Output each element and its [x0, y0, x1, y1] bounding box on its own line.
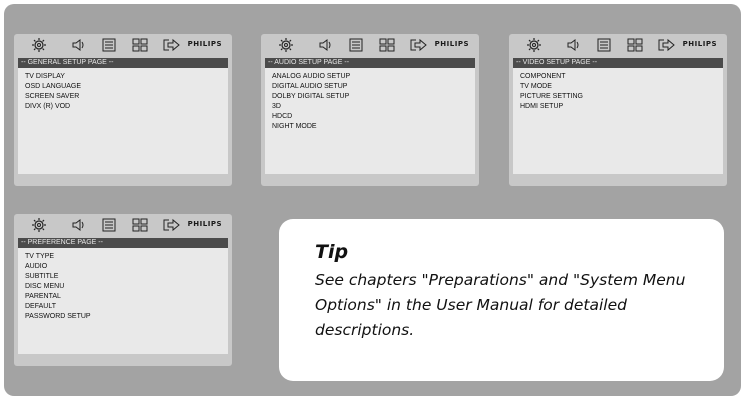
audio-icon[interactable]	[564, 37, 582, 53]
icon-bar: PHILIPS	[509, 34, 727, 56]
tip-body: See chapters "Preparations" and "System …	[315, 271, 686, 339]
audio-icon[interactable]	[316, 37, 334, 53]
icon-bar: PHILIPS	[261, 34, 479, 56]
menu-item-tv-mode[interactable]: TV MODE	[513, 82, 723, 92]
audio-icon[interactable]	[69, 37, 87, 53]
manual-frame: PHILIPS -- GENERAL SETUP PAGE -- TV DISP…	[4, 4, 741, 396]
menu-item-dolby-digital-setup[interactable]: DOLBY DIGITAL SETUP	[265, 92, 475, 102]
audio-setup-panel: PHILIPS -- AUDIO SETUP PAGE -- ANALOG AU…	[261, 34, 479, 186]
tip-box: Tip See chapters "Preparations" and "Sys…	[279, 219, 724, 381]
brand-logo: PHILIPS	[434, 40, 469, 48]
menu-item-analog-audio-setup[interactable]: ANALOG AUDIO SETUP	[265, 72, 475, 82]
menu-item-component[interactable]: COMPONENT	[513, 72, 723, 82]
menu-list: COMPONENT TV MODE PICTURE SETTING HDMI S…	[513, 68, 723, 174]
icon-bar: PHILIPS	[14, 34, 232, 56]
menu-item-hdmi-setup[interactable]: HDMI SETUP	[513, 102, 723, 112]
menu-item-divx-vod[interactable]: DIVX (R) VOD	[18, 102, 228, 112]
general-setup-panel: PHILIPS -- GENERAL SETUP PAGE -- TV DISP…	[14, 34, 232, 186]
settings-icon[interactable]	[525, 37, 543, 53]
page-title: -- VIDEO SETUP PAGE --	[513, 58, 723, 68]
preference-icon[interactable]	[378, 37, 396, 53]
exit-icon[interactable]	[657, 37, 675, 53]
brand-logo: PHILIPS	[682, 40, 717, 48]
settings-icon[interactable]	[30, 217, 48, 233]
video-setup-panel: PHILIPS -- VIDEO SETUP PAGE -- COMPONENT…	[509, 34, 727, 186]
menu-item-tv-type[interactable]: TV TYPE	[18, 252, 228, 262]
settings-icon[interactable]	[277, 37, 295, 53]
menu-item-parental[interactable]: PARENTAL	[18, 292, 228, 302]
menu-list: TV TYPE AUDIO SUBTITLE DISC MENU PARENTA…	[18, 248, 228, 354]
tip-title: Tip	[315, 241, 349, 263]
exit-icon[interactable]	[409, 37, 427, 53]
menu-item-default[interactable]: DEFAULT	[18, 302, 228, 312]
menu-item-digital-audio-setup[interactable]: DIGITAL AUDIO SETUP	[265, 82, 475, 92]
menu-item-picture-setting[interactable]: PICTURE SETTING	[513, 92, 723, 102]
preference-panel: PHILIPS -- PREFERENCE PAGE -- TV TYPE AU…	[14, 214, 232, 366]
video-icon[interactable]	[100, 37, 118, 53]
preference-icon[interactable]	[131, 217, 149, 233]
brand-logo: PHILIPS	[187, 40, 222, 48]
menu-item-subtitle[interactable]: SUBTITLE	[18, 272, 228, 282]
menu-item-password-setup[interactable]: PASSWORD SETUP	[18, 312, 228, 322]
menu-list: ANALOG AUDIO SETUP DIGITAL AUDIO SETUP D…	[265, 68, 475, 174]
audio-icon[interactable]	[69, 217, 87, 233]
page-title: -- PREFERENCE PAGE --	[18, 238, 228, 248]
menu-item-disc-menu[interactable]: DISC MENU	[18, 282, 228, 292]
preference-icon[interactable]	[626, 37, 644, 53]
menu-item-3d[interactable]: 3D	[265, 102, 475, 112]
page-title: -- AUDIO SETUP PAGE --	[265, 58, 475, 68]
menu-list: TV DISPLAY OSD LANGUAGE SCREEN SAVER DIV…	[18, 68, 228, 174]
video-icon[interactable]	[100, 217, 118, 233]
page-title: -- GENERAL SETUP PAGE --	[18, 58, 228, 68]
video-icon[interactable]	[347, 37, 365, 53]
brand-logo: PHILIPS	[187, 220, 222, 228]
icon-bar: PHILIPS	[14, 214, 232, 236]
menu-item-hdcd[interactable]: HDCD	[265, 112, 475, 122]
exit-icon[interactable]	[162, 217, 180, 233]
preference-icon[interactable]	[131, 37, 149, 53]
menu-item-tv-display[interactable]: TV DISPLAY	[18, 72, 228, 82]
menu-item-screen-saver[interactable]: SCREEN SAVER	[18, 92, 228, 102]
settings-icon[interactable]	[30, 37, 48, 53]
menu-item-audio[interactable]: AUDIO	[18, 262, 228, 272]
menu-item-osd-language[interactable]: OSD LANGUAGE	[18, 82, 228, 92]
menu-item-night-mode[interactable]: NIGHT MODE	[265, 122, 475, 132]
exit-icon[interactable]	[162, 37, 180, 53]
video-icon[interactable]	[595, 37, 613, 53]
